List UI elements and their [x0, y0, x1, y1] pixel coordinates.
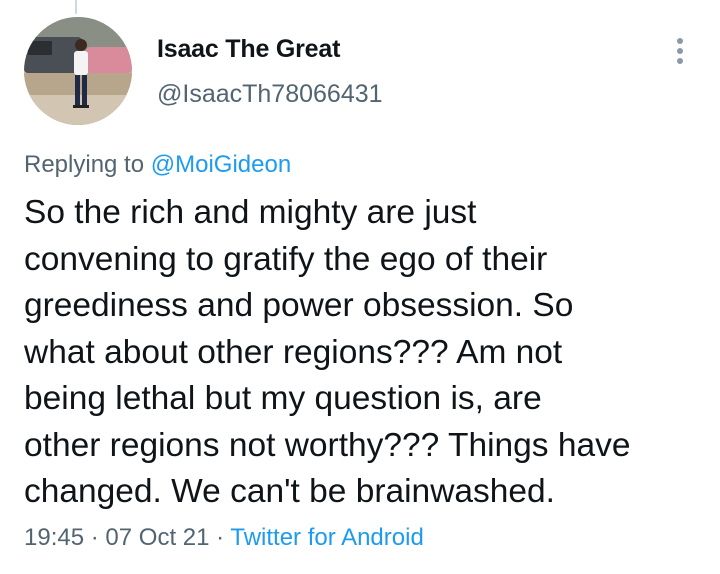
tweet-text-line: what about other regions??? Am not — [24, 333, 563, 371]
meta-separator: · — [216, 524, 225, 551]
author-display-name[interactable]: Isaac The Great — [157, 35, 340, 64]
meta-separator: · — [90, 524, 99, 551]
more-vertical-icon — [677, 38, 683, 64]
tweet-text-line: being lethal but my question is, are — [24, 380, 542, 417]
tweet-text: So the rich and mighty are just convenin… — [24, 190, 704, 516]
tweet-date[interactable]: 07 Oct 21 — [105, 524, 209, 551]
more-options-button[interactable] — [666, 34, 694, 68]
tweet-source-link[interactable]: Twitter for Android — [230, 524, 423, 551]
tweet-metadata: 19:45 · 07 Oct 21 · Twitter for Android — [24, 524, 424, 552]
tweet-time[interactable]: 19:45 — [24, 524, 84, 551]
tweet-text-line: greediness and power obsession. So — [24, 287, 574, 324]
tweet-text-line: changed. We can't be brainwashed. — [24, 473, 555, 510]
tweet-text-line: convening to gratify the ego of their — [24, 240, 548, 278]
author-handle[interactable]: @IsaacTh78066431 — [157, 80, 383, 109]
replying-to-label: Replying to — [24, 151, 145, 178]
avatar[interactable] — [24, 17, 132, 125]
profile-photo — [24, 17, 132, 125]
tweet-text-line: So the rich and mighty are just — [24, 194, 477, 231]
replying-to-mention-link[interactable]: @MoiGideon — [151, 151, 291, 178]
reply-thread-line — [75, 0, 77, 14]
replying-to: Replying to @MoiGideon — [24, 151, 291, 179]
tweet-text-line: other regions not worthy??? Things have — [24, 426, 631, 464]
